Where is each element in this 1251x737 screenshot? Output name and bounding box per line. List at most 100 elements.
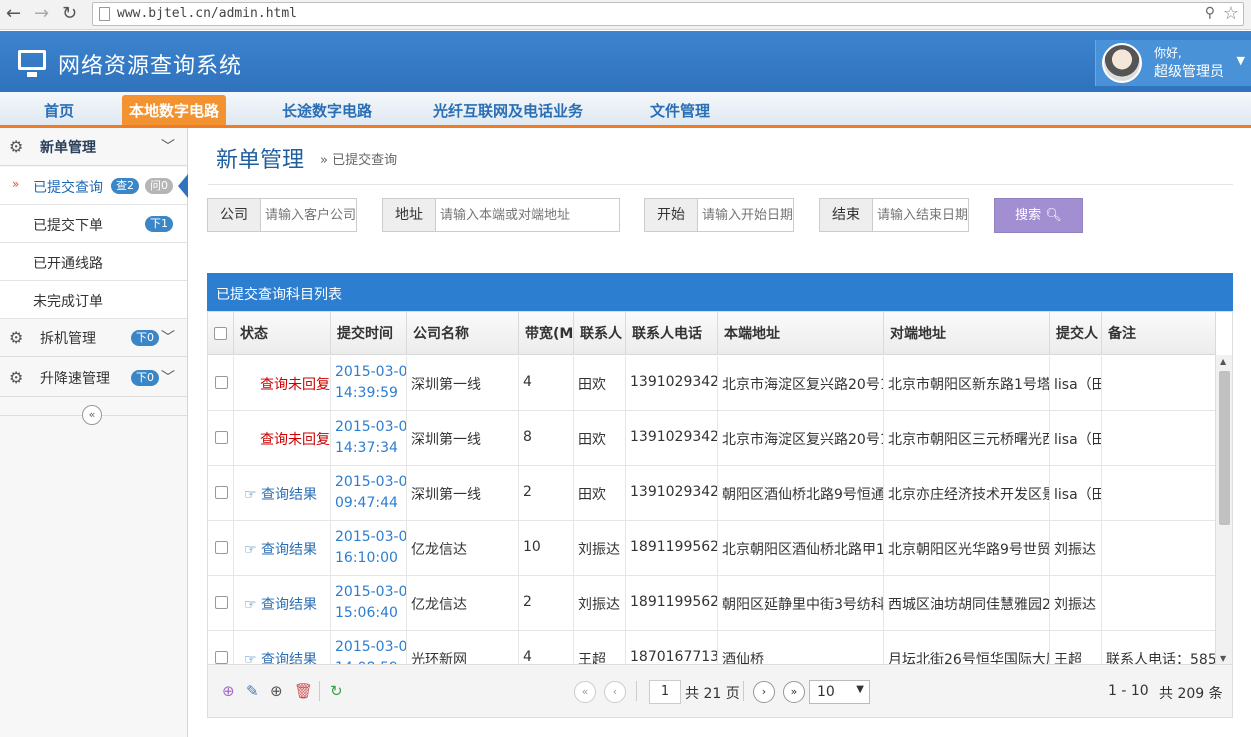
collapse-sidebar-button[interactable]: « [82, 405, 102, 425]
add-icon[interactable]: ⊕ [222, 682, 235, 700]
status-cell[interactable]: ☞ 查询结果 [234, 521, 331, 576]
end-date-input[interactable] [877, 202, 967, 228]
table-row[interactable]: 查询未回复 2015-03-05 14:37:34 深圳第一线8田欢139102934… [208, 411, 1216, 466]
tab-fiber-internet[interactable]: 光纤互联网及电话业务 [433, 100, 583, 121]
status-cell[interactable]: ☞ 查询结果 [234, 576, 331, 631]
bookmark-star-icon[interactable]: ☆ [1223, 3, 1239, 24]
scroll-thumb[interactable] [1219, 371, 1230, 525]
edit-icon[interactable]: ✎ [246, 682, 259, 700]
tab-home[interactable]: 首页 [44, 100, 74, 121]
first-page-button[interactable]: « [574, 681, 596, 703]
status-cell[interactable]: ☞ 查询结果 [234, 631, 331, 664]
table-row[interactable]: ☞ 查询结果2015-03-0315:06:40亿龙信达2刘振达18911995… [208, 576, 1216, 631]
zoom-icon[interactable]: ⊕ [270, 682, 283, 700]
delete-icon[interactable]: 🗑︎ [294, 682, 313, 700]
company-input[interactable] [265, 202, 355, 228]
address-filter: 地址 [382, 198, 620, 232]
chevron-down-icon[interactable]: ﹀ [161, 136, 175, 156]
col-status[interactable]: 状态 [234, 312, 331, 355]
sidebar-item-opened-lines[interactable]: 已开通线路 [0, 243, 187, 281]
row-select-cell [208, 356, 234, 411]
last-page-button[interactable]: » [783, 681, 805, 703]
user-menu[interactable]: 你好, 超级管理员 ▼ [1095, 40, 1251, 86]
row-checkbox[interactable] [215, 486, 228, 499]
row-select-cell [208, 411, 234, 466]
refresh-icon[interactable]: ↻ [330, 682, 343, 700]
remote-cell: 北京亦庄经济技术开发区景 [884, 466, 1050, 521]
tab-long-distance[interactable]: 长途数字电路 [282, 100, 372, 121]
sidebar-item-submitted-queries[interactable]: » 已提交查询 查2 问0 [0, 167, 188, 205]
note-cell: 联系人电话：585 [1102, 631, 1216, 664]
url-text: www.bjtel.cn/admin.html [117, 6, 298, 21]
chevron-down-icon[interactable]: ﹀ [161, 327, 175, 347]
reload-icon[interactable]: ↻ [62, 4, 77, 24]
vertical-scrollbar[interactable]: ▲ ▼ [1215, 355, 1232, 664]
select-all-checkbox[interactable] [214, 327, 227, 340]
query-result-link[interactable]: 查询结果 [261, 597, 317, 613]
row-checkbox[interactable] [215, 651, 228, 664]
col-remote-address[interactable]: 对端地址 [884, 312, 1050, 355]
sidebar-item-label: 已提交查询 [33, 180, 103, 196]
sidebar-item-label: 未完成订单 [33, 294, 103, 310]
search-icon: 🔍︎ [1045, 208, 1062, 223]
col-bandwidth[interactable]: 带宽(M [519, 312, 574, 355]
col-submitter[interactable]: 提交人 [1050, 312, 1102, 355]
scroll-up-icon[interactable]: ▲ [1220, 357, 1226, 366]
status-cell: 查询未回复 [234, 411, 331, 466]
table-row[interactable]: ☞ 查询结果2015-03-0316:10:00亿龙信达10刘振达1891199… [208, 521, 1216, 576]
scroll-down-icon[interactable]: ▼ [1220, 654, 1226, 663]
company-filter: 公司 [207, 198, 357, 232]
table-row[interactable]: ☞ 查询结果2015-03-0509:47:44深圳第一线2田欢13910293… [208, 466, 1216, 521]
page-size-value: 10 [817, 684, 835, 700]
tab-local-digital[interactable]: 本地数字电路 [122, 95, 227, 125]
sidebar-item-label: 已开通线路 [33, 256, 103, 272]
status-text: 查询未回复 [260, 432, 330, 448]
col-note[interactable]: 备注 [1102, 312, 1216, 355]
remote-cell: 北京市朝阳区三元桥曙光西 [884, 411, 1050, 466]
back-icon[interactable]: ← [6, 4, 21, 24]
col-contact-phone[interactable]: 联系人电话 [626, 312, 718, 355]
grid-title: 已提交查询科目列表 [216, 287, 342, 303]
caret-down-icon[interactable]: ▼ [1237, 54, 1245, 67]
page-size-select[interactable]: 10 ▼ [809, 680, 870, 704]
contact-cell: 田欢 [574, 356, 626, 411]
row-checkbox[interactable] [215, 431, 228, 444]
sidebar-item-unfinished-orders[interactable]: 未完成订单 [0, 281, 187, 319]
sidebar-group-removal[interactable]: ⚙ 拆机管理 下0 ﹀ [0, 319, 187, 357]
col-contact[interactable]: 联系人 [574, 312, 626, 355]
forward-icon[interactable]: → [34, 4, 49, 24]
page-number-input[interactable]: 1 [649, 680, 681, 704]
grid-title-bar: 已提交查询科目列表 [207, 273, 1233, 311]
query-result-link[interactable]: 查询结果 [261, 652, 317, 664]
row-checkbox[interactable] [215, 376, 228, 389]
prev-page-button[interactable]: ‹ [604, 681, 626, 703]
row-checkbox[interactable] [215, 596, 228, 609]
query-result-link[interactable]: 查询结果 [261, 487, 317, 503]
submit-clock: 15:06:40 [335, 605, 398, 621]
table-row[interactable]: 查询未回复 2015-03-05 14:39:59 深圳第一线4田欢139102934… [208, 356, 1216, 411]
col-company[interactable]: 公司名称 [407, 312, 519, 355]
phone-cell: 13910293427 [626, 411, 718, 466]
page-icon [99, 7, 110, 21]
row-select-cell [208, 576, 234, 631]
sidebar-group-new-orders[interactable]: ⚙ 新单管理 ﹀ [0, 128, 187, 166]
extension-icon[interactable]: ⚲ [1205, 5, 1215, 21]
next-page-button[interactable]: › [753, 681, 775, 703]
query-result-link[interactable]: 查询结果 [261, 542, 317, 558]
search-button[interactable]: 搜索 🔍︎ [994, 198, 1083, 233]
table-row[interactable]: ☞ 查询结果2015-03-0314:08:59光环新网4王超187016771… [208, 631, 1216, 664]
col-submit-time[interactable]: 提交时间 [331, 312, 407, 355]
search-label: 搜索 [1015, 208, 1042, 223]
start-date-input[interactable] [702, 202, 792, 228]
company-cell: 光环新网 [407, 631, 519, 664]
col-local-address[interactable]: 本端地址 [718, 312, 884, 355]
address-input[interactable] [440, 202, 618, 228]
status-cell[interactable]: ☞ 查询结果 [234, 466, 331, 521]
address-bar[interactable]: www.bjtel.cn/admin.html ⚲ ☆ [92, 2, 1244, 26]
chevron-down-icon[interactable]: ﹀ [161, 367, 175, 387]
row-checkbox[interactable] [215, 541, 228, 554]
sidebar-group-speed-change[interactable]: ⚙ 升降速管理 下0 ﹀ [0, 359, 187, 397]
sidebar-item-submitted-orders[interactable]: 已提交下单 下1 [0, 205, 187, 243]
tab-file-management[interactable]: 文件管理 [650, 100, 710, 121]
submit-time-cell: 2015-03-03 15:06:40 [331, 576, 407, 631]
